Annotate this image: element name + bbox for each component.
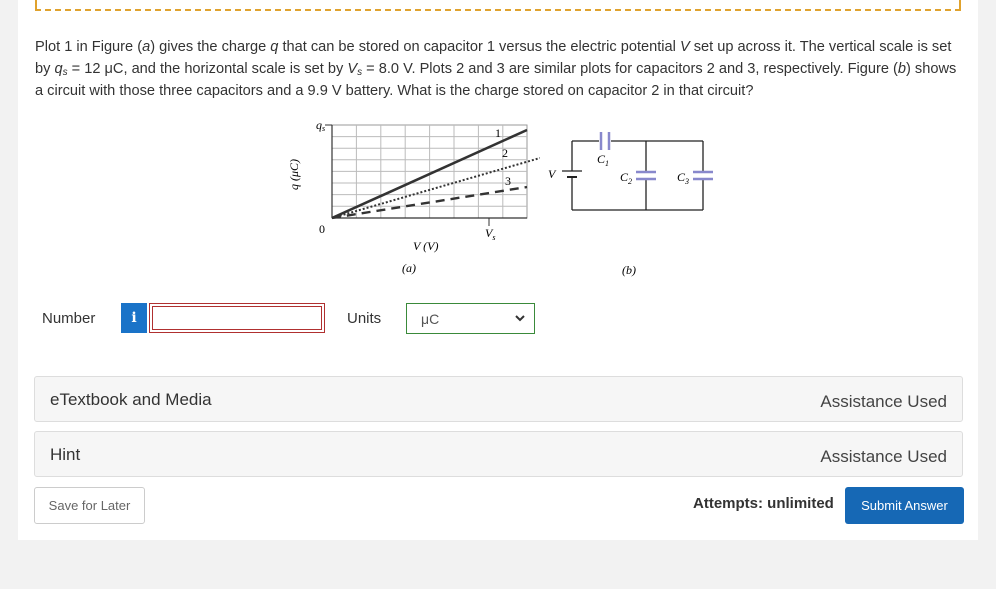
plot-label-1: 1: [495, 126, 501, 140]
c1-label: C1: [597, 152, 609, 168]
answer-row: Number i Units μC: [0, 300, 996, 336]
c2-label: C2: [620, 170, 632, 186]
hint-panel[interactable]: Hint Assistance Used: [34, 431, 963, 477]
capacitor-c1: [599, 132, 611, 150]
plot-label-3: 3: [505, 174, 511, 188]
chevron-down-icon: [514, 312, 526, 327]
c3-label: C3: [677, 170, 689, 186]
etextbook-status: Assistance Used: [820, 392, 947, 411]
save-for-later-button[interactable]: Save for Later: [34, 487, 145, 524]
units-selected-value: μC: [421, 310, 440, 327]
y-axis-label: q (μC): [287, 159, 301, 190]
plot-label-2: 2: [502, 146, 508, 160]
figure-a-caption: (a): [402, 261, 416, 275]
figure-b-caption: (b): [622, 263, 636, 277]
vs-label: Vs: [485, 226, 495, 242]
number-label: Number: [42, 310, 96, 327]
figure-b-circuit: V C1 C2 C3 (b): [548, 132, 713, 277]
number-input-wrapper: [149, 303, 325, 333]
hint-title: Hint: [50, 445, 81, 464]
capacitor-c3: [693, 170, 713, 181]
etextbook-panel[interactable]: eTextbook and Media Assistance Used: [34, 376, 963, 422]
capacitor-c2: [636, 170, 656, 181]
figure-a-plot: 1 2 3 qs 0 Vs V (V) q (μC) (a): [287, 118, 540, 275]
number-input[interactable]: [152, 306, 322, 330]
units-label: Units: [347, 310, 382, 327]
info-icon[interactable]: i: [121, 303, 147, 333]
plot-line-2: [331, 157, 540, 219]
etextbook-title: eTextbook and Media: [50, 390, 212, 409]
submit-answer-button[interactable]: Submit Answer: [845, 487, 964, 524]
qs-label: qs: [316, 118, 325, 133]
question-text: Plot 1 in Figure (a) gives the charge q …: [35, 39, 957, 99]
x-axis-label: V (V): [413, 239, 438, 253]
attempts-text: Attempts: unlimited: [693, 495, 834, 512]
dashed-divider: [35, 0, 961, 11]
battery-label: V: [548, 167, 557, 181]
hint-status: Assistance Used: [820, 447, 947, 466]
zero-label: 0: [319, 222, 325, 236]
units-select[interactable]: μC: [406, 303, 535, 334]
